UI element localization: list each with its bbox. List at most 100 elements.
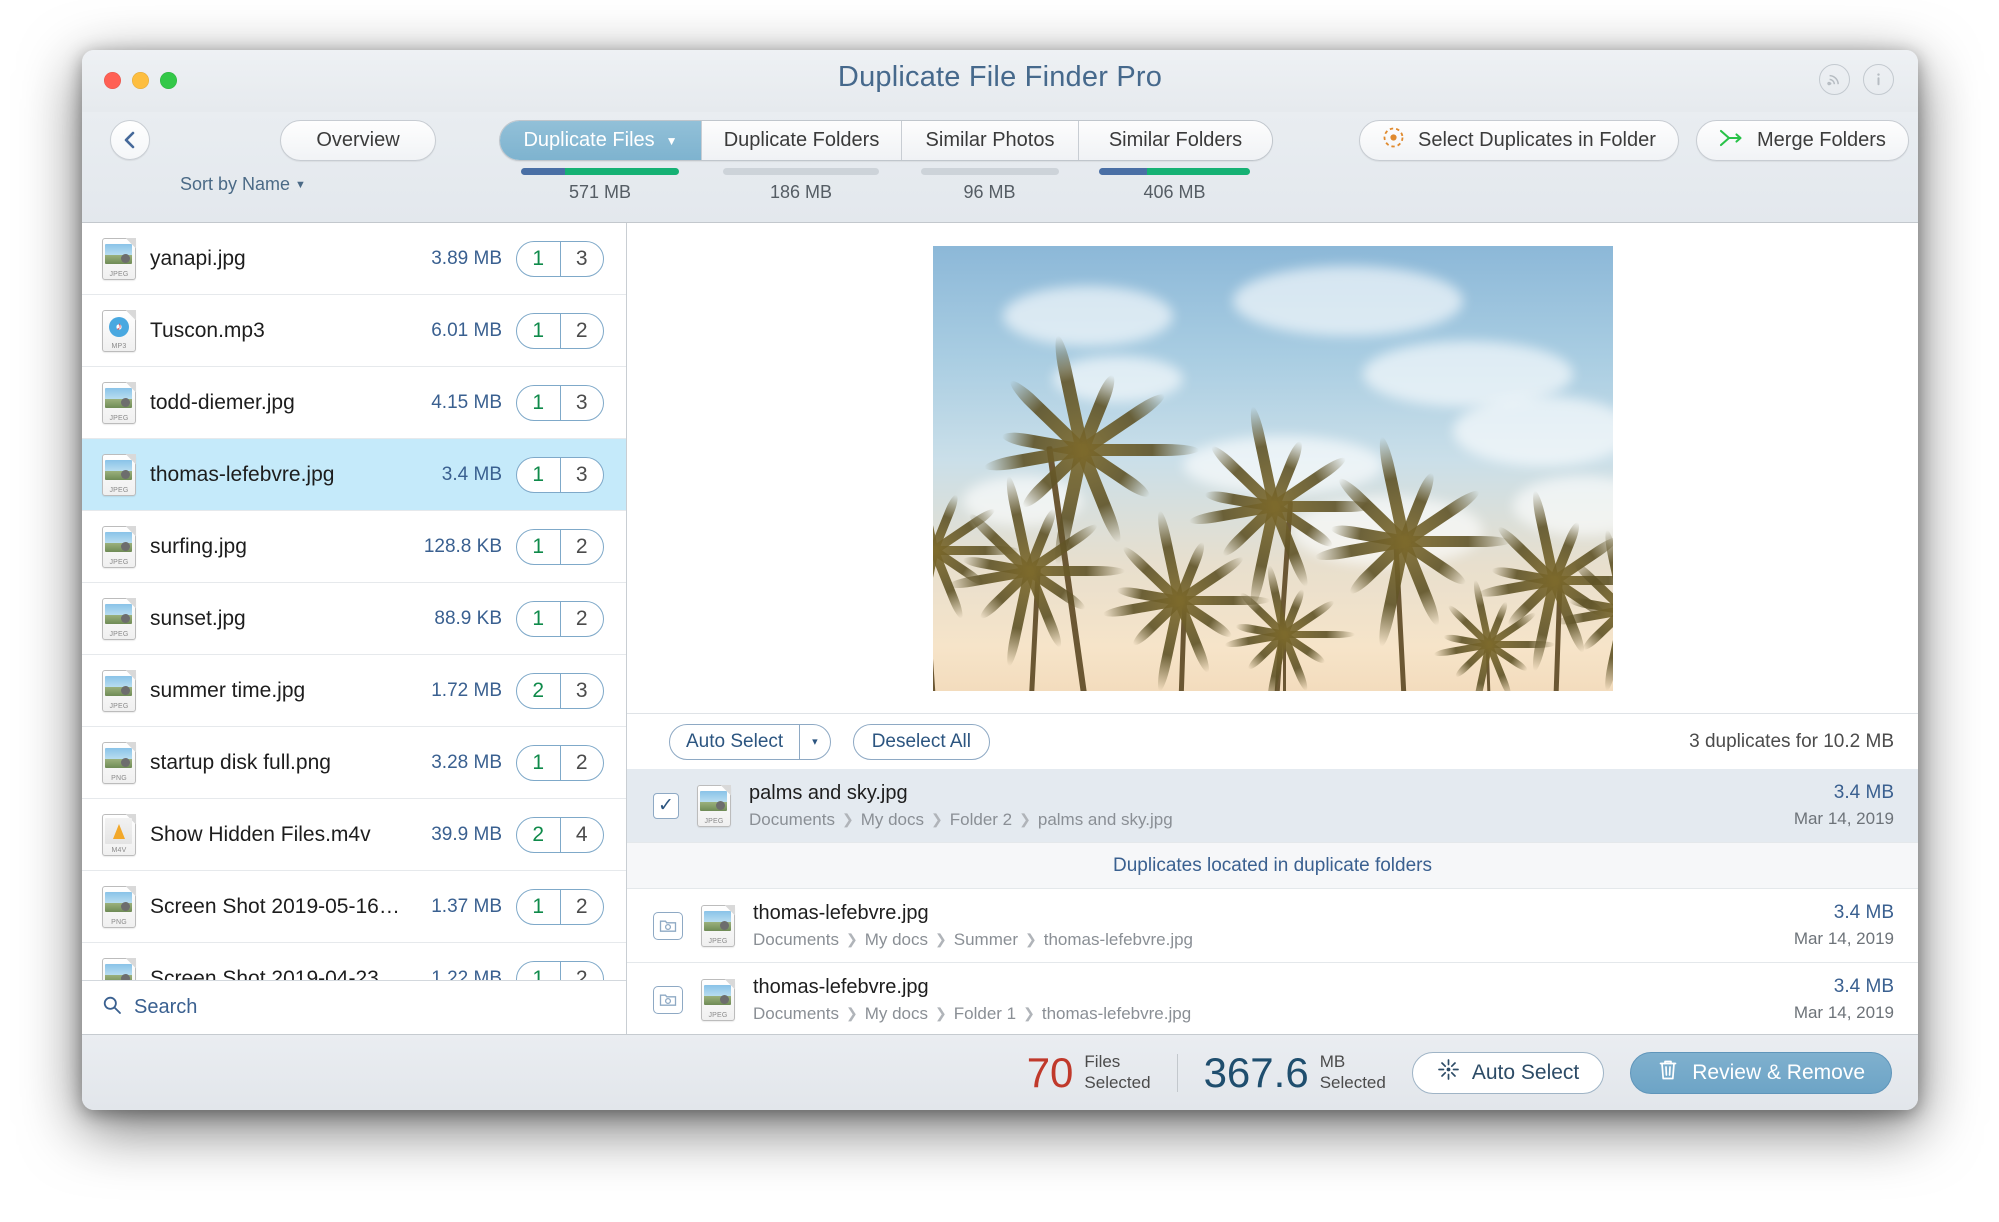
file-type-icon: JPEG (102, 669, 136, 712)
auto-select-button[interactable]: Auto Select (1411, 1051, 1605, 1094)
file-type-icon: JPEG (697, 784, 731, 827)
file-extension-label: JPEG (109, 270, 129, 278)
vlc-cone-icon (113, 823, 125, 839)
tab-label: Duplicate Files (523, 129, 655, 151)
duplicate-size: 3.4 MB (1833, 976, 1894, 997)
info-icon[interactable] (1863, 64, 1894, 95)
file-extension-label: PNG (111, 918, 127, 926)
duplicate-date: Mar 14, 2019 (1793, 929, 1894, 948)
file-name: thomas-lefebvre.jpg (150, 462, 335, 486)
size-bar-label: 571 MB (568, 182, 632, 202)
file-row[interactable]: PNG startup disk full.png 3.28 MB 1 2 (82, 727, 626, 799)
chevron-down-icon[interactable]: ▾ (800, 735, 830, 748)
breadcrumb-segment: Summer (953, 929, 1018, 949)
status-bar: 70 Files Selected 367.6 MB Selected Auto… (82, 1034, 1918, 1110)
duplicate-count-badge: 13 (516, 456, 604, 493)
file-name: Screen Shot 2019-05-16… (150, 894, 400, 918)
size-bar-blue-segment (1099, 168, 1148, 175)
review-and-remove-button[interactable]: Review & Remove (1630, 1051, 1892, 1094)
file-list[interactable]: JPEG yanapi.jpg 3.89 MB 1 3 ♪ MP3 Tuscon.mp3 6.0… (82, 223, 626, 980)
size-bar-label: 96 MB (963, 182, 1016, 202)
total-count: 3 (575, 246, 588, 270)
duplicate-count-badge: 13 (516, 240, 604, 277)
duplicate-row[interactable]: JPEG thomas-lefebvre.jpg Documents ❯ My docs… (627, 963, 1918, 1034)
file-extension-label: PNG (111, 774, 127, 782)
duplicate-size: 3.4 MB (1833, 902, 1894, 923)
tab-duplicate-folders[interactable]: Duplicate Folders (702, 121, 902, 160)
tab-duplicate-files[interactable]: Duplicate Files ▼ (500, 121, 702, 160)
file-thumbnail (105, 387, 132, 408)
search-input[interactable]: Search (82, 980, 626, 1034)
file-row[interactable]: JPEG yanapi.jpg 3.89 MB 1 3 (82, 223, 626, 295)
file-type-icon: JPEG (102, 957, 136, 980)
breadcrumb-separator: ❯ (935, 931, 947, 947)
size-bar-cell: 571 MB (499, 168, 701, 203)
review-remove-label: Review & Remove (1692, 1060, 1865, 1084)
file-row[interactable]: JPEG summer time.jpg 1.72 MB 2 3 (82, 655, 626, 727)
file-name: Tuscon.mp3 (150, 318, 265, 342)
total-count: 2 (575, 966, 588, 981)
folder-link-icon[interactable] (653, 911, 683, 940)
sort-label: Sort by Name (180, 174, 291, 194)
total-count: 2 (575, 534, 588, 558)
duplicate-meta: 3.4 MB Mar 14, 2019 (1794, 976, 1894, 1023)
duplicate-checkbox[interactable]: ✓ (653, 792, 679, 819)
tab-similar-folders[interactable]: Similar Folders (1079, 121, 1272, 160)
duplicate-row[interactable]: ✓ JPEG palms and sky.jpg Documents ❯ My docs ❯… (627, 769, 1918, 843)
file-row[interactable]: JPEG sunset.jpg 88.9 KB 1 2 (82, 583, 626, 655)
duplicate-count-badge: 12 (516, 960, 604, 981)
file-type-icon: JPEG (102, 525, 136, 568)
total-count: 2 (575, 894, 588, 918)
file-thumbnail (105, 747, 132, 768)
selected-count: 1 (517, 385, 561, 420)
rss-icon[interactable] (1819, 64, 1850, 95)
file-row[interactable]: JPEG thomas-lefebvre.jpg 3.4 MB 1 3 (82, 439, 626, 511)
breadcrumb-separator: ❯ (841, 811, 854, 827)
back-button[interactable] (110, 120, 150, 160)
file-size: 1.72 MB (431, 679, 502, 701)
file-row[interactable]: PNG Screen Shot 2019-05-16… 1.37 MB 1 2 (82, 871, 626, 943)
select-duplicates-in-folder-button[interactable]: Select Duplicates in Folder (1359, 120, 1679, 161)
selected-count: 1 (517, 889, 561, 924)
selected-count: 2 (517, 817, 561, 852)
file-size: 1.37 MB (431, 895, 502, 917)
file-thumbnail (105, 675, 132, 696)
tab-similar-photos[interactable]: Similar Photos (902, 121, 1079, 160)
tab-label: Duplicate Folders (723, 129, 880, 151)
file-size: 39.9 MB (431, 823, 502, 845)
folder-link-icon[interactable] (653, 985, 683, 1014)
file-row[interactable]: ♪ MP3 Tuscon.mp3 6.01 MB 1 2 (82, 295, 626, 367)
search-placeholder: Search (134, 996, 198, 1018)
selected-count: 1 (517, 601, 561, 636)
screenshot-root: Duplicate File Finder Pro Overview Sort … (0, 0, 1999, 1222)
cloud-shape (1452, 395, 1613, 466)
file-extension-label: JPEG (109, 486, 129, 494)
total-count: 2 (575, 318, 588, 342)
file-extension-label: JPEG (109, 630, 129, 638)
image-preview (627, 223, 1918, 713)
file-row[interactable]: M4V Show Hidden Files.m4v 39.9 MB 2 4 (82, 799, 626, 871)
file-type-icon: JPEG (102, 597, 136, 640)
merge-folders-button[interactable]: Merge Folders (1696, 120, 1909, 161)
file-size: 6.01 MB (431, 319, 502, 341)
breadcrumb-segment: Documents (753, 1003, 839, 1023)
file-name: Show Hidden Files.m4v (150, 822, 371, 846)
sort-control[interactable]: Sort by Name ▼ (180, 174, 306, 195)
breadcrumb-separator: ❯ (845, 931, 858, 947)
file-thumbnail (105, 531, 132, 552)
auto-select-split-button[interactable]: Auto Select ▾ (669, 723, 831, 760)
duplicate-date: Mar 14, 2019 (1793, 1003, 1894, 1022)
tab-size-bars: 571 MB 186 MB 96 MB 406 MB (499, 168, 1271, 203)
file-thumbnail (105, 891, 132, 912)
duplicate-count-badge: 24 (516, 816, 604, 853)
duplicates-list[interactable]: ✓ JPEG palms and sky.jpg Documents ❯ My docs ❯… (627, 769, 1918, 1034)
duplicate-file-name: thomas-lefebvre.jpg (753, 975, 929, 998)
duplicate-row[interactable]: JPEG thomas-lefebvre.jpg Documents ❯ My docs… (627, 889, 1918, 963)
file-name: surfing.jpg (150, 534, 247, 558)
deselect-all-button[interactable]: Deselect All (852, 723, 990, 760)
file-row[interactable]: JPEG todd-diemer.jpg 4.15 MB 1 3 (82, 367, 626, 439)
overview-button[interactable]: Overview (280, 120, 436, 161)
file-row[interactable]: JPEG Screen Shot 2019-04-23… 1.22 MB 12 (82, 943, 626, 980)
file-row[interactable]: JPEG surfing.jpg 128.8 KB 1 2 (82, 511, 626, 583)
auto-select-label: Auto Select (686, 730, 784, 752)
